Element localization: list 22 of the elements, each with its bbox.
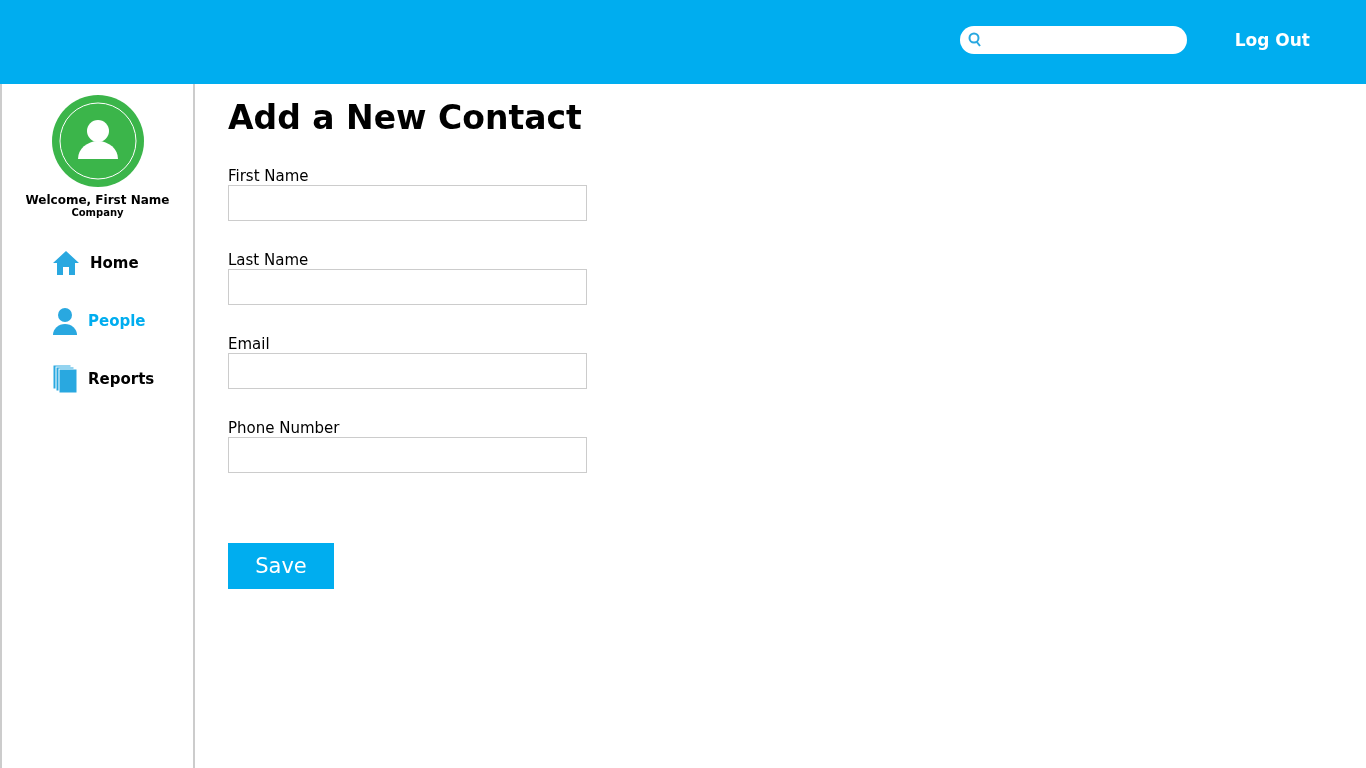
input-field[interactable] xyxy=(228,353,587,389)
field-label: Last Name xyxy=(228,251,310,269)
input-field[interactable] xyxy=(228,269,587,305)
field-label: Email xyxy=(228,335,271,353)
search-icon xyxy=(967,32,982,48)
nav-item[interactable]: Reports xyxy=(52,364,193,394)
house-icon xyxy=(52,250,80,276)
search-field[interactable] xyxy=(959,26,1187,54)
nav-item[interactable]: People xyxy=(52,306,193,336)
welcome-text: Welcome, First Name xyxy=(25,193,170,207)
avatar-icon xyxy=(51,95,144,187)
company-name: Company xyxy=(71,207,124,218)
field-label: Phone Number xyxy=(228,419,341,437)
documents-icon xyxy=(52,364,78,394)
input-field[interactable] xyxy=(228,437,587,473)
save-button[interactable]: Save xyxy=(228,543,334,589)
field-label: First Name xyxy=(228,167,310,185)
nav-item[interactable]: Home xyxy=(52,248,193,278)
input-field[interactable] xyxy=(228,185,587,221)
page-title: Add a New Contact xyxy=(228,98,583,137)
person-icon xyxy=(52,307,78,335)
log-out-link[interactable]: Log Out xyxy=(1234,30,1310,50)
